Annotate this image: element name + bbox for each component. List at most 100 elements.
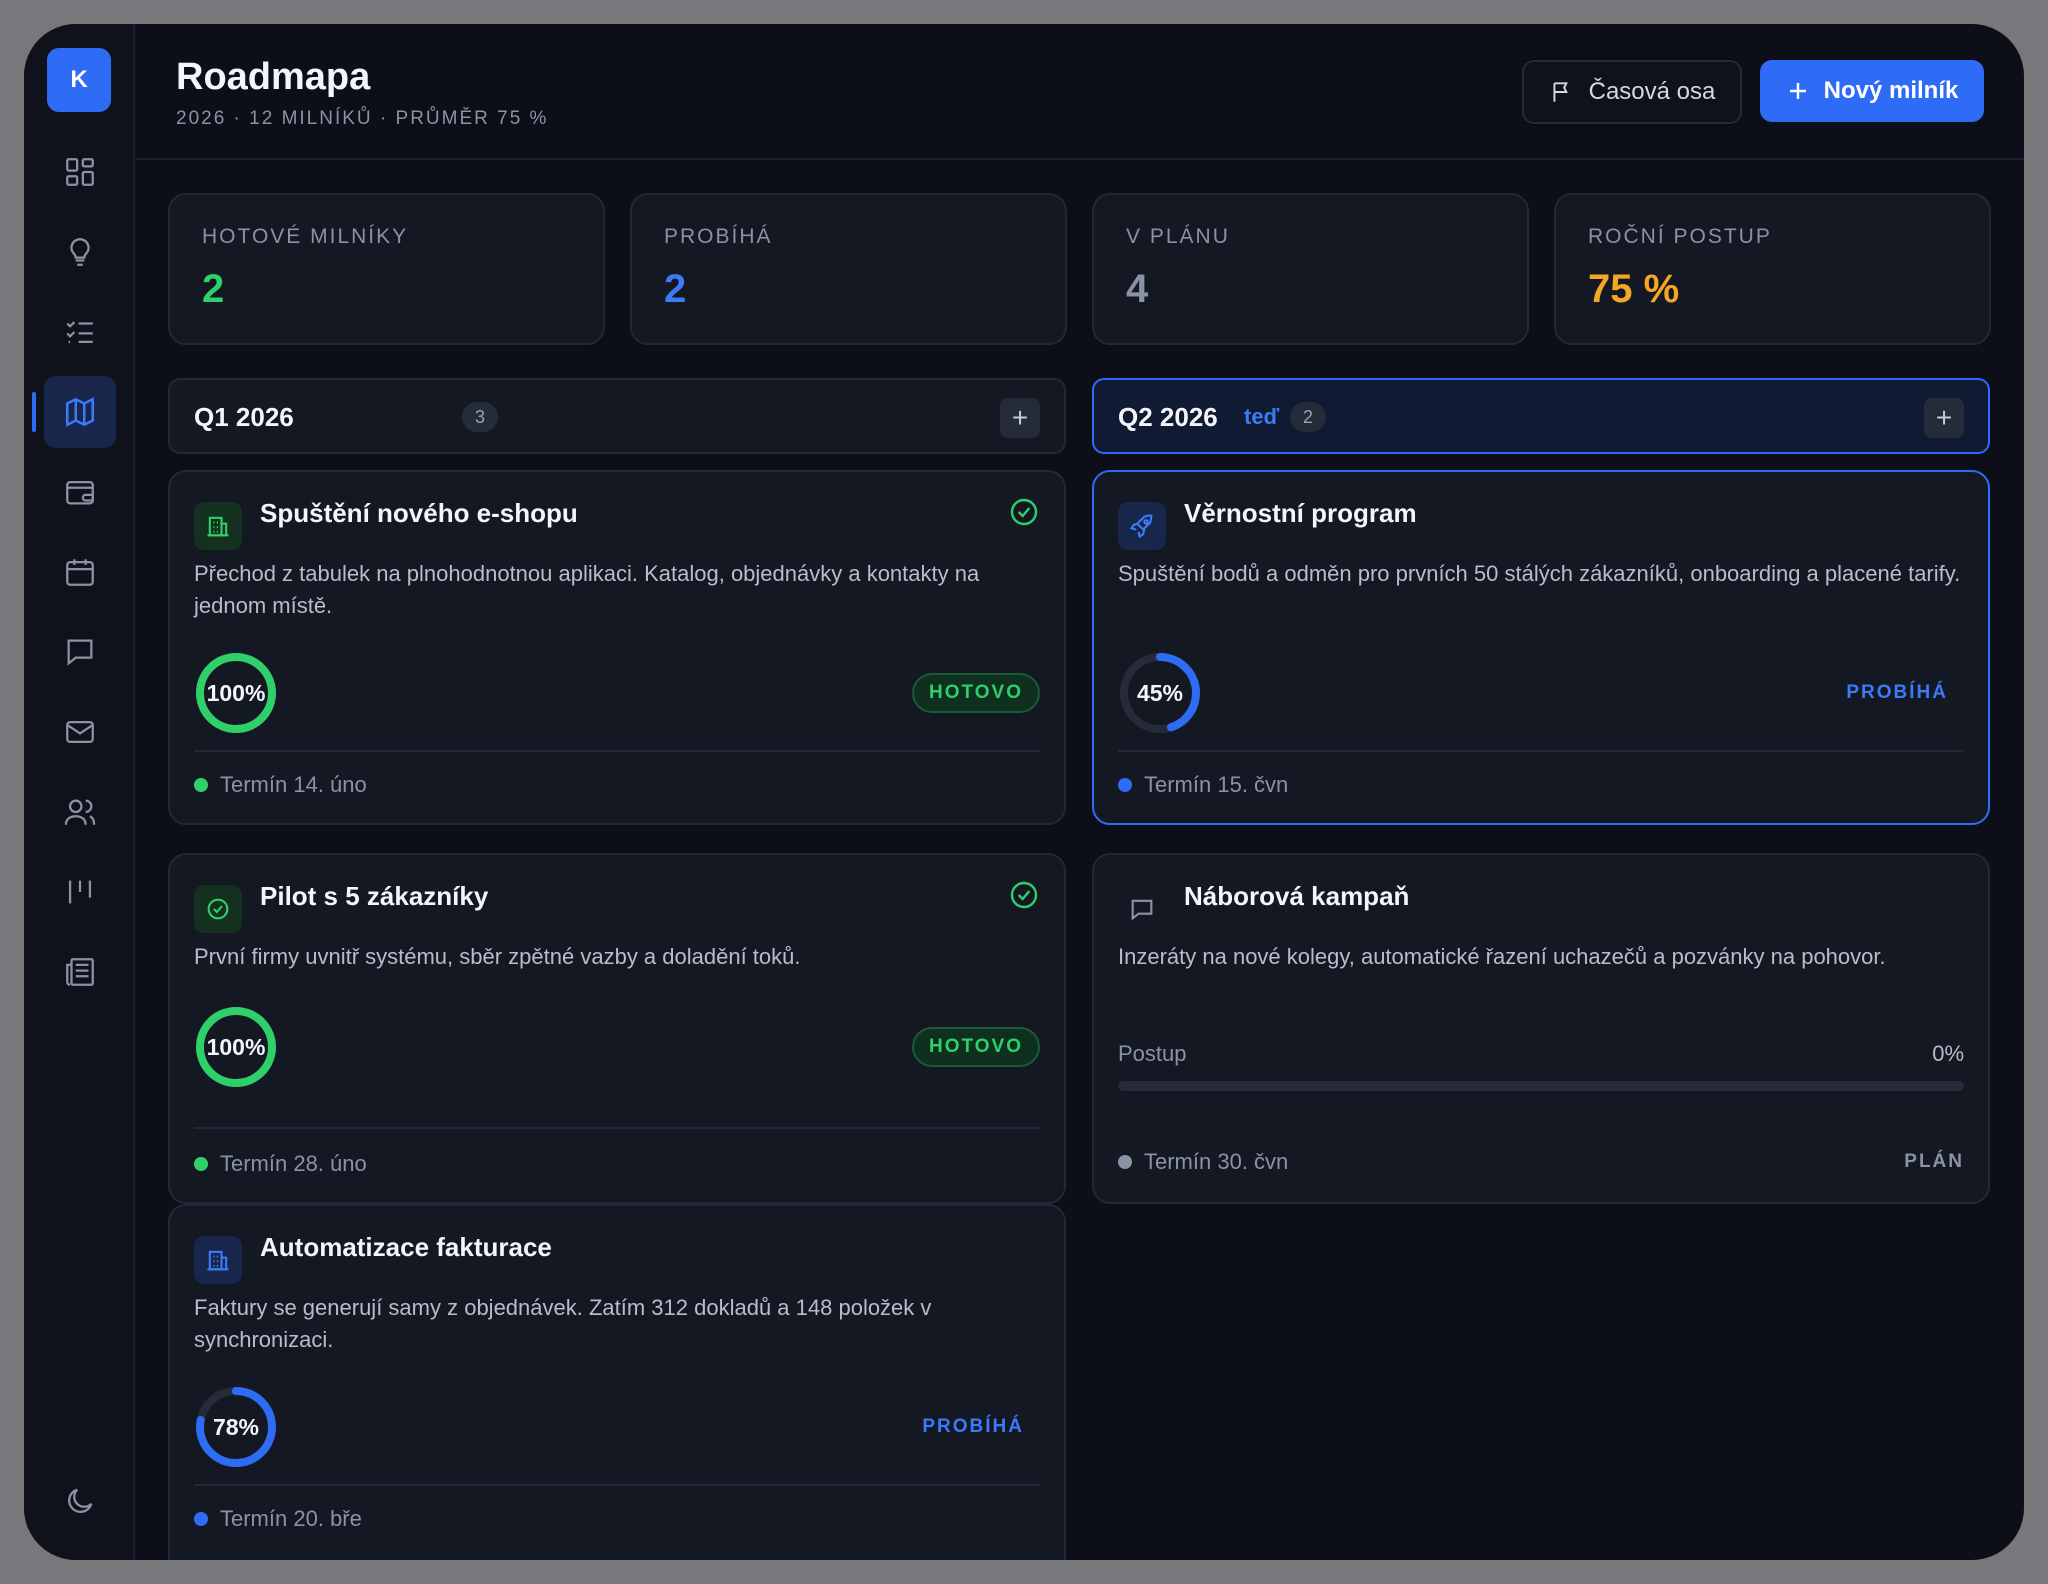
workspace-logo[interactable]: K <box>47 48 111 112</box>
dashboard-icon <box>66 158 94 186</box>
status-badge: HOTOVO <box>912 1027 1040 1067</box>
sidebar-item-dashboard[interactable] <box>44 136 116 208</box>
status-dot <box>1118 1155 1132 1169</box>
check-circle-icon <box>1010 881 1038 909</box>
new-milestone-button[interactable]: Nový milník <box>1760 60 1984 122</box>
progress-ring: 100% <box>194 651 278 735</box>
sidebar-item-board[interactable] <box>44 856 116 928</box>
milestone-card[interactable]: Náborová kampaň Inzeráty na nové kolegy,… <box>1092 853 1990 1204</box>
progress-percent: 100% <box>206 1033 266 1060</box>
building-icon <box>194 502 242 550</box>
stat-label: ROČNÍ POSTUP <box>1588 225 1772 248</box>
lightbulb-icon <box>70 238 90 266</box>
milestone-description: Faktury se generují samy z objednávek. Z… <box>194 1295 932 1352</box>
calendar-icon <box>66 559 94 586</box>
current-quarter-label: teď <box>1244 404 1280 429</box>
add-milestone-q2-button[interactable]: + <box>1924 398 1964 438</box>
sidebar-item-tasks[interactable] <box>44 296 116 368</box>
milestone-due: Termín 15. čvn <box>1118 772 1288 798</box>
stat-value: 2 <box>664 267 687 311</box>
status-dot <box>194 778 208 792</box>
progress-percent: 45% <box>1136 679 1184 706</box>
stat-label: V PLÁNU <box>1126 225 1230 248</box>
progress-percent: 100% <box>206 679 266 706</box>
add-milestone-q1-button[interactable]: + <box>1000 398 1040 438</box>
milestone-title: Náborová kampaň <box>1184 881 1410 911</box>
milestone-description: Spuštění bodů a odměn pro prvních 50 stá… <box>1118 561 1961 586</box>
kanban-icon <box>68 880 92 904</box>
milestone-due: Termín 20. bře <box>194 1506 362 1532</box>
milestone-card[interactable]: Věrnostní program Spuštění bodů a odměn … <box>1092 470 1990 825</box>
new-milestone-label: Nový milník <box>1823 77 1959 104</box>
quarter-title: Q2 2026 <box>1118 402 1218 432</box>
progress-ring: 78% <box>194 1385 278 1469</box>
moon-icon[interactable] <box>63 1484 97 1518</box>
sidebar-item-mail[interactable] <box>44 696 116 768</box>
status-badge: PLÁN <box>1904 1151 1964 1172</box>
status-badge: PROBÍHÁ <box>1846 682 1948 703</box>
stat-label: PROBÍHÁ <box>664 225 773 248</box>
milestone-due: Termín 28. úno <box>194 1151 367 1177</box>
milestone-title: Pilot s 5 zákazníky <box>260 881 489 911</box>
milestone-description: Přechod z tabulek na plnohodnotnou aplik… <box>194 561 980 618</box>
stat-card-yearly-progress: ROČNÍ POSTUP 75 % <box>1554 193 1991 345</box>
sidebar: K <box>24 24 135 1560</box>
sidebar-item-wallet[interactable] <box>44 456 116 528</box>
due-date: Termín 20. bře <box>220 1506 362 1531</box>
status-badge: HOTOVO <box>912 673 1040 713</box>
stat-value: 4 <box>1126 267 1149 311</box>
chat-icon <box>67 639 93 666</box>
progress-percent: 0% <box>1932 1041 1964 1066</box>
sidebar-item-messages[interactable] <box>44 616 116 688</box>
sidebar-item-news[interactable] <box>44 936 116 1008</box>
quarter-header-q2: Q2 2026 teď 2 + <box>1092 378 1990 454</box>
timeline-button[interactable]: Časová osa <box>1522 60 1742 124</box>
status-badge: PROBÍHÁ <box>922 1416 1024 1437</box>
rocket-icon <box>1118 502 1166 550</box>
sidebar-item-calendar[interactable] <box>44 536 116 608</box>
stat-card-done: HOTOVÉ MILNÍKY 2 <box>168 193 605 345</box>
stat-label: HOTOVÉ MILNÍKY <box>202 225 409 248</box>
page-header: Roadmapa 2026 · 12 MILNÍKŮ · PRŮMĚR 75 %… <box>136 24 2024 160</box>
milestone-card[interactable]: Pilot s 5 zákazníky První firmy uvnitř s… <box>168 853 1066 1204</box>
quarter-count-badge: 2 <box>1290 402 1326 432</box>
progress-percent: 78% <box>212 1413 260 1440</box>
divider <box>1118 750 1964 752</box>
plus-icon <box>1789 83 1806 99</box>
milestone-due: Termín 30. čvn <box>1118 1149 1288 1175</box>
mail-icon <box>66 720 94 744</box>
status-dot <box>194 1512 208 1526</box>
sidebar-item-ideas[interactable] <box>44 216 116 288</box>
milestone-due: Termín 14. úno <box>194 772 367 798</box>
quarter-count-badge: 3 <box>462 402 498 432</box>
quarter-header-q1: Q1 2026 3 + <box>168 378 1066 454</box>
sidebar-item-roadmap[interactable] <box>32 376 116 448</box>
milestone-description: Inzeráty na nové kolegy, automatické řaz… <box>1118 944 1886 969</box>
divider <box>194 1127 1040 1129</box>
newspaper-icon <box>66 958 94 986</box>
milestone-card[interactable]: Automatizace fakturace Faktury se generu… <box>168 1204 1066 1560</box>
due-date: Termín 15. čvn <box>1144 772 1289 797</box>
due-date: Termín 30. čvn <box>1144 1149 1289 1174</box>
users-icon <box>64 799 96 825</box>
status-dot <box>194 1157 208 1171</box>
progress-ring: 45% <box>1118 651 1202 735</box>
timeline-button-label: Časová osa <box>1588 78 1716 105</box>
due-date: Termín 14. úno <box>220 772 367 797</box>
stat-value: 2 <box>202 267 225 311</box>
progress-ring: 100% <box>194 1005 278 1089</box>
page-subtitle: 2026 · 12 MILNÍKŮ · PRŮMĚR 75 % <box>176 108 549 129</box>
milestone-card[interactable]: Spuštění nového e-shopu Přechod z tabule… <box>168 470 1066 825</box>
chat-icon <box>1118 885 1166 933</box>
status-dot <box>1118 778 1132 792</box>
check-circle-icon <box>194 885 242 933</box>
quarter-title: Q1 2026 <box>194 402 294 432</box>
divider <box>194 750 1040 752</box>
page-title: Roadmapa <box>176 56 371 98</box>
due-date: Termín 28. úno <box>220 1151 367 1176</box>
stat-value: 75 % <box>1588 267 1680 311</box>
divider <box>194 1484 1040 1486</box>
milestone-title: Automatizace fakturace <box>260 1232 552 1262</box>
milestone-title: Věrnostní program <box>1184 498 1417 528</box>
sidebar-item-team[interactable] <box>44 776 116 848</box>
